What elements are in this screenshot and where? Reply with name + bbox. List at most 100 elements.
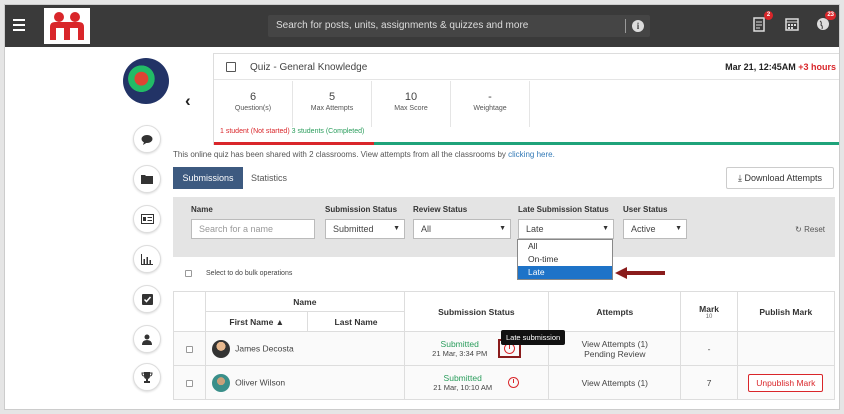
folder-icon[interactable] — [133, 165, 161, 193]
bulk-select[interactable]: Select to do bulk operations — [185, 270, 292, 277]
stat-value: 5 — [328, 91, 336, 103]
id-card-icon[interactable] — [133, 205, 161, 233]
quiz-summary-card: Quiz - General Knowledge Mar 21, 12:45AM… — [213, 53, 839, 145]
student-name-cell: Oliver Wilson — [205, 365, 405, 400]
submission-status-cell: Submitted 21 Mar, 10:10 AM — [403, 365, 550, 400]
submission-status-label: Submission Status — [325, 205, 398, 214]
publish-cell: Unpublish Mark — [736, 365, 836, 400]
row-checkbox[interactable] — [186, 379, 194, 387]
stat-value: 6 — [249, 91, 257, 103]
search-input[interactable]: Search for posts, units, assignments & q… — [268, 15, 650, 37]
user-status-label: User Status — [623, 205, 668, 214]
user-icon[interactable] — [133, 325, 161, 353]
unpublish-mark-button[interactable]: Unpublish Mark — [748, 373, 824, 392]
dropdown-option-on-time[interactable]: On-time — [518, 253, 612, 266]
assignments-icon[interactable]: 2 — [753, 11, 773, 33]
share-text: This online quiz has been shared with 2 … — [173, 150, 506, 159]
row-checkbox[interactable] — [186, 345, 194, 353]
late-submission-status-select[interactable]: Late ▼ — [518, 219, 614, 239]
chevron-down-icon: ▼ — [499, 225, 506, 232]
submission-time: 21 Mar, 3:34 PM — [432, 349, 488, 358]
quiz-icon — [226, 62, 236, 72]
stat-max-attempts: 5 Max Attempts — [293, 81, 372, 127]
logo[interactable] — [44, 8, 90, 44]
not-started-count: 1 student (Not started) — [220, 128, 290, 135]
stat-value: 10 — [404, 91, 418, 103]
first-name-header[interactable]: First Name ▲ — [205, 311, 309, 332]
dropdown-option-late[interactable]: Late — [518, 266, 612, 279]
attempts-cell: View Attempts (1) — [548, 365, 682, 400]
stat-questions: 6 Question(s) — [214, 81, 293, 127]
chevron-down-icon: ▼ — [393, 225, 400, 232]
calendar-icon[interactable] — [785, 17, 799, 33]
late-submission-status-label: Late Submission Status — [518, 205, 609, 214]
mark-max: 10 — [705, 313, 713, 320]
late-submission-tooltip: Late submission — [501, 330, 566, 345]
checkbox-icon[interactable] — [133, 285, 161, 313]
download-attempts-button[interactable]: ⤓ Download Attempts — [726, 167, 834, 189]
classroom-avatar[interactable] — [123, 58, 169, 104]
mark-label: Mark — [699, 303, 719, 314]
globe-icon[interactable]: 23 — [816, 11, 836, 33]
quiz-title: Quiz - General Knowledge — [250, 62, 368, 73]
comment-icon[interactable] — [133, 125, 161, 153]
bar-chart-icon[interactable] — [133, 245, 161, 273]
mark-cell: 7 — [680, 365, 738, 400]
quiz-due-date: Mar 21, 12:45AM +3 hours — [725, 62, 836, 72]
chevron-down-icon: ▼ — [675, 225, 682, 232]
view-attempts-link[interactable]: View Attempts (1) — [549, 378, 680, 388]
review-status-select[interactable]: All ▼ — [413, 219, 511, 239]
status-text: Submitted — [440, 339, 479, 349]
submission-time: 21 Mar, 10:10 AM — [433, 383, 493, 392]
trophy-icon[interactable] — [133, 363, 161, 391]
search-divider — [625, 19, 626, 33]
chevron-down-icon: ▼ — [602, 225, 609, 232]
share-info: This online quiz has been shared with 2 … — [173, 150, 555, 159]
user-status-select[interactable]: Active ▼ — [623, 219, 687, 239]
info-icon[interactable]: i — [632, 20, 644, 32]
filters-panel: Name Search for a name Submission Status… — [173, 197, 835, 257]
bulk-label: Select to do bulk operations — [205, 270, 293, 278]
user-status-value: Active — [631, 224, 656, 234]
submissions-table: Name Submission Status Attempts Mark 10 P… — [172, 291, 836, 400]
reset-button[interactable]: ↻ Reset — [795, 225, 825, 234]
view-attempts-link[interactable]: View Attempts (1) — [549, 339, 680, 349]
late-by-text: +3 hours — [798, 62, 836, 72]
row-checkbox-cell — [172, 331, 207, 366]
app-window: Search for posts, units, assignments & q… — [4, 4, 840, 410]
attempts-cell: View Attempts (1) Pending Review — [548, 331, 682, 366]
clicking-here-link[interactable]: clicking here. — [508, 150, 555, 159]
completed-count: 3 students (Completed) — [291, 128, 365, 135]
clock-icon[interactable] — [508, 377, 520, 388]
download-icon: ⤓ — [737, 173, 742, 183]
tab-submissions[interactable]: Submissions — [173, 167, 243, 189]
stat-label: Max Score — [394, 105, 428, 112]
review-status-label: Review Status — [413, 205, 468, 214]
stat-label: Weightage — [473, 105, 507, 112]
quiz-header: Quiz - General Knowledge Mar 21, 12:45AM… — [214, 54, 839, 80]
checkbox-column-header — [172, 291, 207, 332]
row-checkbox-cell — [172, 365, 207, 400]
name-filter-label: Name — [191, 205, 213, 214]
download-label: Download Attempts — [744, 173, 823, 183]
name-search-input[interactable]: Search for a name — [191, 219, 315, 239]
submission-status-select[interactable]: Submitted ▼ — [325, 219, 405, 239]
late-submission-status-value: Late — [526, 224, 544, 234]
avatar — [212, 339, 231, 358]
annotation-arrow-icon — [615, 267, 665, 279]
stat-weightage: - Weightage — [451, 81, 530, 127]
reset-label: Reset — [804, 225, 825, 234]
student-name: James Decosta — [235, 342, 294, 353]
back-chevron-icon[interactable]: ‹ — [185, 91, 191, 111]
dropdown-option-all[interactable]: All — [518, 240, 612, 253]
tab-statistics[interactable]: Statistics — [251, 167, 287, 189]
student-name-cell: James Decosta — [205, 331, 405, 366]
review-status-value: All — [421, 224, 432, 234]
menu-icon[interactable] — [13, 19, 25, 31]
mark-header: Mark 10 — [680, 291, 738, 332]
bulk-checkbox[interactable] — [185, 270, 192, 277]
top-bar: Search for posts, units, assignments & q… — [5, 5, 839, 47]
stat-max-score: 10 Max Score — [372, 81, 451, 127]
review-status: Pending Review — [584, 348, 646, 359]
last-name-header[interactable]: Last Name — [307, 311, 405, 332]
